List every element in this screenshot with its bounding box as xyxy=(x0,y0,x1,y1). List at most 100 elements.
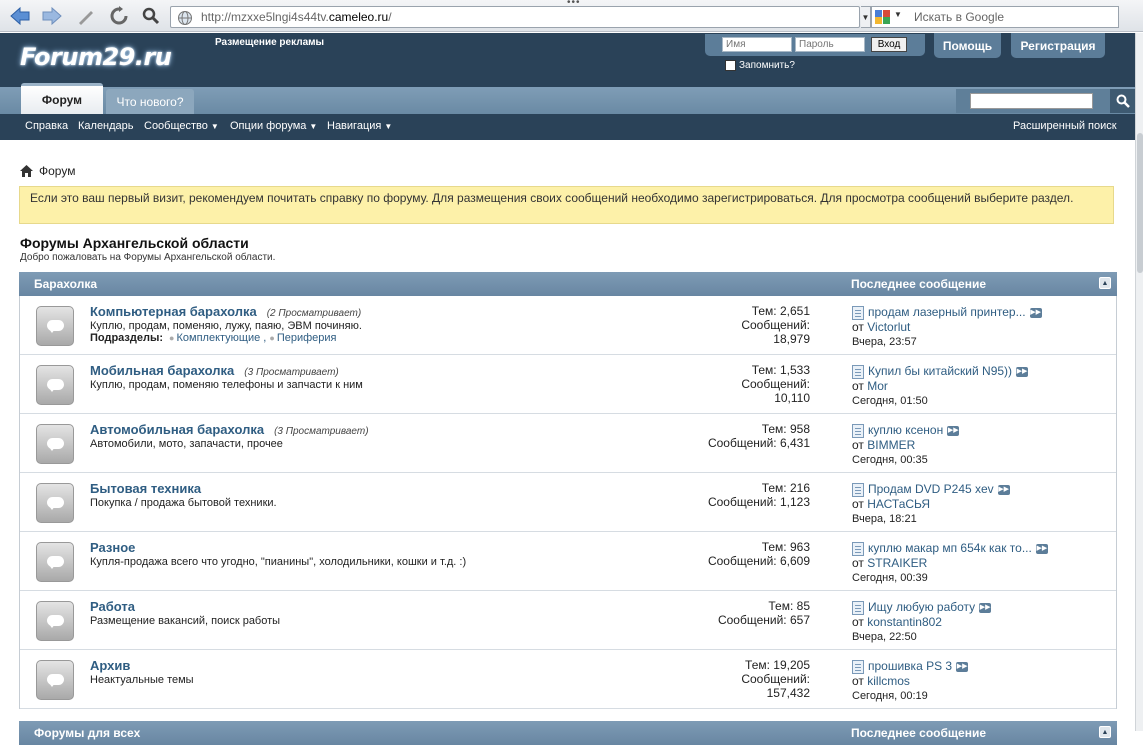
forum-description: Куплю, продам, поменяю телефоны и запчас… xyxy=(90,379,363,391)
scrollbar-thumb[interactable] xyxy=(1137,133,1143,273)
search-button[interactable] xyxy=(139,5,163,27)
forum-status-icon xyxy=(36,424,74,464)
last-post-user[interactable]: НАСТаСЬЯ xyxy=(867,497,930,511)
collapse-icon[interactable]: ▲ xyxy=(1099,726,1111,738)
forum-viewers: (2 Просматривает) xyxy=(266,308,362,319)
last-post-user[interactable]: Mor xyxy=(867,379,888,393)
forum-link[interactable]: Архив xyxy=(90,658,130,673)
username-input[interactable] xyxy=(722,37,792,52)
section-title[interactable]: Форумы для всех xyxy=(34,726,140,740)
speech-bubble-tail xyxy=(49,506,55,510)
breadcrumb-forum[interactable]: Форум xyxy=(39,164,75,178)
last-post-link[interactable]: Продам DVD P245 xev xyxy=(868,482,994,497)
back-arrow-icon xyxy=(10,6,30,26)
last-post-user[interactable]: Victorlut xyxy=(867,320,910,334)
go-to-last-post-icon[interactable]: ▶▶ xyxy=(956,661,969,672)
last-post: куплю макар мп 654к как то... ▶▶ от STRAIK… xyxy=(852,541,1048,586)
forum-row: Мобильная барахолка (3 Просматривает) Купл… xyxy=(20,355,1116,414)
go-to-last-post-icon[interactable]: ▶▶ xyxy=(1029,307,1042,318)
remember-me[interactable]: Запомнить? xyxy=(725,60,795,71)
posts-line: Сообщений: 1,123 xyxy=(708,495,810,509)
forum-link[interactable]: Бытовая техника xyxy=(90,481,201,496)
edit-button[interactable] xyxy=(74,5,98,27)
subnav-calendar[interactable]: Календарь xyxy=(78,120,134,132)
browser-search-placeholder: Искать в Google xyxy=(914,10,1005,24)
subnav-community[interactable]: Сообщество ▼ xyxy=(144,120,219,132)
forum-status-icon xyxy=(36,483,74,523)
last-post-link[interactable]: прошивка PS 3 xyxy=(868,659,952,674)
collapse-icon[interactable]: ▲ xyxy=(1099,277,1111,289)
go-to-last-post-icon[interactable]: ▶▶ xyxy=(947,425,960,436)
threads-count: 1,533 xyxy=(779,363,810,377)
site-logo[interactable]: Forum29.ru xyxy=(20,43,172,71)
back-button[interactable] xyxy=(8,5,32,27)
go-to-last-post-icon[interactable]: ▶▶ xyxy=(997,484,1010,495)
threads-line: Тем: 958 xyxy=(708,422,810,436)
forum-stats: Тем: 2,651 Сообщений: 18,979 xyxy=(741,304,810,346)
subnav-navigation[interactable]: Навигация ▼ xyxy=(327,120,392,132)
search-engine-dropdown-icon[interactable]: ▼ xyxy=(894,10,902,19)
last-post-link[interactable]: Купил бы китайский N95)) xyxy=(868,364,1012,379)
last-post-user[interactable]: BIMMER xyxy=(867,438,915,452)
ad-link[interactable]: Размещение рекламы xyxy=(215,37,324,48)
remember-checkbox[interactable] xyxy=(725,60,736,71)
last-post-link[interactable]: куплю ксенон xyxy=(868,423,943,438)
subforum-link[interactable]: Периферия xyxy=(277,332,337,344)
posts-label: Сообщений: xyxy=(741,377,810,391)
breadcrumb: Форум xyxy=(20,164,75,178)
forum-search-button[interactable] xyxy=(1110,89,1135,113)
last-post-title-line: продам лазерный принтер... ▶▶ xyxy=(852,305,1042,320)
go-to-last-post-icon[interactable]: ▶▶ xyxy=(1016,366,1029,377)
speech-bubble-tail xyxy=(49,447,55,451)
last-post-user[interactable]: konstantin802 xyxy=(867,615,942,629)
reload-button[interactable] xyxy=(107,5,131,27)
last-post-link[interactable]: Ищу любую работу xyxy=(868,600,975,615)
subnav-advanced-search[interactable]: Расширенный поиск xyxy=(1013,120,1117,132)
forum-link[interactable]: Компьютерная барахолка xyxy=(90,304,257,319)
caret-down-icon: ▼ xyxy=(384,122,393,131)
forum-row: Бытовая техника Покупка / продажа бытовой… xyxy=(20,473,1116,532)
subnav-community-label: Сообщество xyxy=(144,120,208,132)
go-to-last-post-icon[interactable]: ▶▶ xyxy=(1035,543,1048,554)
home-icon[interactable] xyxy=(20,165,33,177)
last-post-user[interactable]: killcmos xyxy=(867,674,910,688)
forum-link[interactable]: Разное xyxy=(90,540,135,555)
last-post-link[interactable]: продам лазерный принтер... xyxy=(868,305,1026,320)
posts-count: 1,123 xyxy=(779,495,810,509)
last-post-link[interactable]: куплю макар мп 654к как то... xyxy=(868,541,1032,556)
forum-link[interactable]: Автомобильная барахолка xyxy=(90,422,264,437)
pencil-icon xyxy=(79,11,93,25)
subnav-forum-options[interactable]: Опции форума ▼ xyxy=(230,120,317,132)
forum-stats: Тем: 1,533 Сообщений: 10,110 xyxy=(741,363,810,405)
welcome-notice: Если это ваш первый визит, рекомендуем п… xyxy=(19,186,1114,224)
section-title[interactable]: Барахолка xyxy=(34,277,97,291)
threads-label: Тем: xyxy=(751,363,777,377)
address-bar[interactable]: http://mzxxe5lngi4s44tv.cameleo.ru/ xyxy=(170,6,860,28)
subforum-link[interactable]: Комплектующие , xyxy=(176,332,266,344)
forum-description: Покупка / продажа бытовой техники. xyxy=(90,497,277,509)
address-dropdown[interactable]: ▼ xyxy=(861,6,871,28)
tab-whats-new[interactable]: Что нового? xyxy=(106,89,194,114)
register-button[interactable]: Регистрация xyxy=(1011,33,1105,58)
help-button[interactable]: Помощь xyxy=(934,33,1001,58)
tab-forum[interactable]: Форум xyxy=(21,83,103,114)
forum-link[interactable]: Работа xyxy=(90,599,135,614)
nav-tabs: Форум Что нового? xyxy=(0,83,1135,114)
browser-search-box[interactable]: ▼ Искать в Google xyxy=(871,6,1119,28)
login-button[interactable]: Вход xyxy=(871,37,907,52)
forum-link[interactable]: Мобильная барахолка xyxy=(90,363,234,378)
last-post-author-line: от Mor xyxy=(852,379,1028,394)
go-to-last-post-icon[interactable]: ▶▶ xyxy=(979,602,992,613)
last-post-author-line: от BIMMER xyxy=(852,438,959,453)
posts-count: 157,432 xyxy=(766,686,810,700)
password-input[interactable] xyxy=(795,37,865,52)
posts-count: 18,979 xyxy=(773,332,810,346)
last-post-title-line: прошивка PS 3 ▶▶ xyxy=(852,659,969,674)
forum-search-input[interactable] xyxy=(970,93,1093,109)
subnav-help[interactable]: Справка xyxy=(25,120,68,132)
page-scrollbar[interactable] xyxy=(1135,33,1143,731)
last-post-user[interactable]: STRAIKER xyxy=(867,556,927,570)
forward-button[interactable] xyxy=(40,5,64,27)
posts-count: 6,609 xyxy=(779,554,810,568)
threads-count: 963 xyxy=(789,540,810,554)
